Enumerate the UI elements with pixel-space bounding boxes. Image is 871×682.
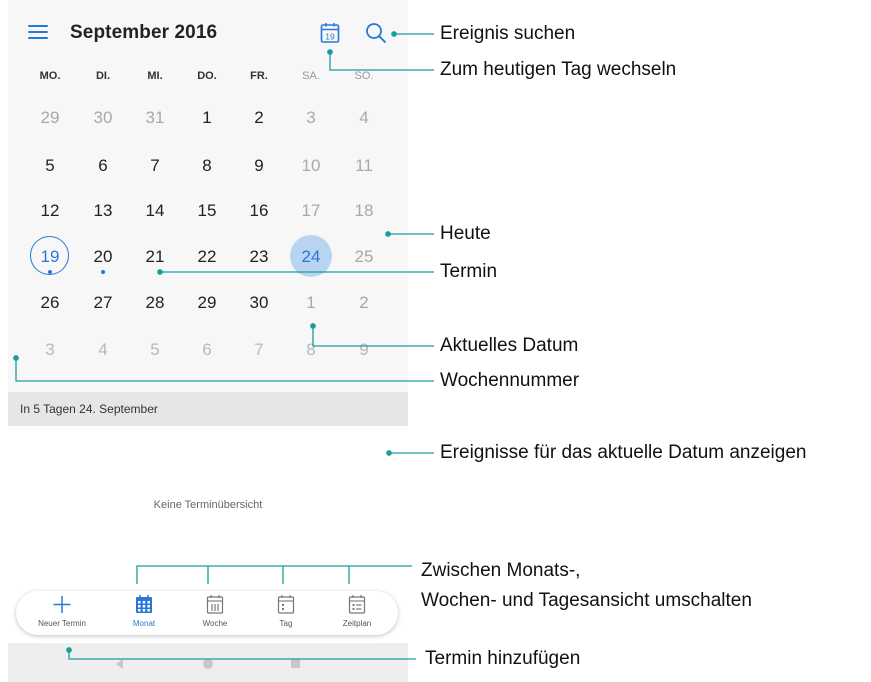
annotation-show-events: Ereignisse für das aktuelle Datum anzeig… [440, 442, 807, 463]
annotation-switch-view-line1: Zwischen Monats-, [421, 560, 581, 581]
callout-today-switch [329, 52, 434, 71]
annotation-add-appointment: Termin hinzufügen [425, 648, 581, 669]
callout-current-date [312, 326, 434, 347]
annotation-appointment: Termin [440, 261, 498, 282]
callout-views [136, 565, 412, 584]
annotation-current-date: Aktuelles Datum [440, 335, 579, 356]
annotation-go-today: Zum heutigen Tag wechseln [440, 59, 677, 80]
annotation-search-event: Ereignis suchen [440, 23, 576, 44]
callout-add [68, 650, 416, 660]
annotation-week-number: Wochennummer [440, 370, 580, 391]
annotation-today: Heute [440, 223, 491, 244]
callout-week-number [15, 358, 434, 382]
annotation-switch-view-line2: Wochen- und Tagesansicht umschalten [421, 590, 752, 611]
